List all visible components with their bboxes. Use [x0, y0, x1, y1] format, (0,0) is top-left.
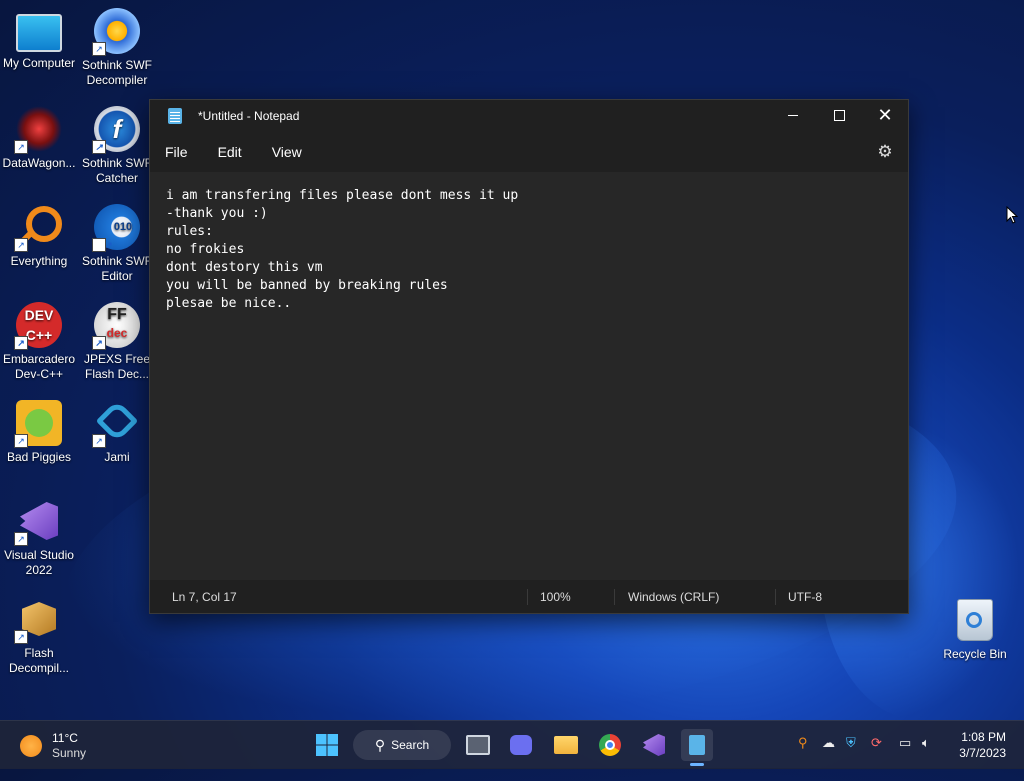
desktop-icon-visual-studio[interactable]: ↗ Visual Studio 2022 — [0, 492, 78, 578]
menu-file[interactable]: File — [150, 144, 203, 160]
desktop-icon-devcpp[interactable]: DEV C++ ↗ Embarcadero Dev-C++ — [0, 296, 78, 382]
desktop-icon-label: Jami — [104, 450, 130, 464]
visual-studio-taskbar-icon — [643, 734, 665, 756]
minimize-button[interactable] — [770, 100, 816, 130]
chrome-button[interactable] — [594, 729, 626, 761]
devcpp-icon: DEV C++ ↗ — [14, 302, 62, 350]
zoom-level: 100% — [540, 590, 571, 604]
status-divider — [527, 589, 528, 605]
desktop-icon-my-computer[interactable]: My Computer — [0, 4, 78, 71]
maximize-button[interactable] — [816, 100, 862, 130]
search-label: Search — [391, 738, 430, 752]
menu-edit[interactable]: Edit — [203, 144, 257, 160]
chat-button[interactable] — [505, 729, 537, 761]
magnifier-icon: ↗ — [14, 204, 62, 252]
desktop-icon-jami[interactable]: ↗ Jami — [78, 394, 156, 465]
desktop-icon-label: Visual Studio 2022 — [4, 548, 74, 577]
desktop-icon-label: My Computer — [2, 56, 76, 70]
close-icon: ✕ — [877, 105, 893, 125]
chrome-icon — [599, 734, 621, 756]
taskbar-search[interactable]: ⚲ Search — [353, 730, 451, 760]
system-clock[interactable]: 1:08 PM 3/7/2023 — [959, 729, 1006, 761]
sun-icon — [20, 735, 42, 757]
window-title: *Untitled - Notepad — [198, 109, 300, 123]
text-editor[interactable]: i am transfering files please dont mess … — [150, 172, 908, 580]
desktop-icon-datawagon[interactable]: ↗ DataWagon... — [0, 100, 78, 171]
desktop-icon-everything[interactable]: ↗ Everything — [0, 198, 78, 269]
desktop-icon-label: Everything — [10, 254, 68, 268]
sothink-editor-icon: 010 ↗ — [92, 204, 140, 252]
title-bar[interactable]: *Untitled - Notepad ✕ — [150, 100, 908, 132]
onedrive-tray-icon[interactable]: ☁ — [822, 735, 835, 751]
close-button[interactable]: ✕ — [862, 100, 908, 130]
search-icon: ⚲ — [374, 736, 386, 753]
status-divider — [775, 589, 776, 605]
cursor-position: Ln 7, Col 17 — [172, 590, 237, 604]
weather-condition: Sunny — [52, 746, 87, 760]
desktop-icon-label: Bad Piggies — [6, 450, 72, 464]
desktop-icon-label: DataWagon... — [2, 156, 76, 170]
security-tray-icon[interactable]: ⛨ — [846, 735, 856, 751]
jpexs-icon: FF dec ↗ — [92, 302, 140, 350]
task-view-icon — [466, 735, 490, 755]
notepad-taskbar-button[interactable] — [681, 729, 713, 761]
desktop-icon-label: Embarcadero Dev-C++ — [2, 352, 76, 381]
desktop-icon-jpexs[interactable]: FF dec ↗ JPEXS Free Flash Dec... — [78, 296, 156, 382]
weather-temp: 11°C — [52, 731, 78, 745]
file-explorer-button[interactable] — [550, 729, 582, 761]
status-bar: Ln 7, Col 17 100% Windows (CRLF) UTF-8 — [150, 581, 908, 613]
maximize-icon — [833, 109, 845, 121]
start-button[interactable] — [311, 729, 343, 761]
status-divider — [614, 589, 615, 605]
settings-gear-icon[interactable]: ⚙ — [876, 143, 894, 161]
monitor-icon — [16, 14, 62, 52]
network-tray-icon[interactable]: ▭ — [899, 735, 911, 751]
line-ending: Windows (CRLF) — [628, 590, 720, 604]
desktop-icon-sothink-catcher[interactable]: f ↗ Sothink SWF Catcher — [78, 100, 156, 186]
desktop-icon-bad-piggies[interactable]: ↗ Bad Piggies — [0, 394, 78, 465]
volume-tray-icon[interactable]: 🔈︎ — [922, 735, 930, 751]
sothink-decompiler-icon: ↗ — [92, 8, 140, 56]
notepad-window[interactable]: *Untitled - Notepad ✕ File Edit View ⚙ i… — [149, 99, 909, 614]
minimize-icon — [788, 114, 798, 116]
clock-time: 1:08 PM — [961, 730, 1006, 744]
flash-decompiler-icon: ↗ — [14, 596, 62, 644]
mouse-cursor-icon — [1006, 206, 1018, 224]
desktop-icon-flash-decompiler[interactable]: ↗ Flash Decompil... — [0, 590, 78, 676]
sothink-catcher-icon: f ↗ — [92, 106, 140, 154]
desktop-icon-recycle-bin[interactable]: Recycle Bin — [940, 595, 1010, 661]
visual-studio-button[interactable] — [638, 729, 670, 761]
desktop-icon-sothink-editor[interactable]: 010 ↗ Sothink SWF Editor — [78, 198, 156, 284]
active-app-indicator — [690, 763, 704, 766]
desktop-icon-label: JPEXS Free Flash Dec... — [83, 352, 151, 381]
encoding: UTF-8 — [788, 590, 822, 604]
taskbar: 11°C Sunny ⚲ Search ⚲ ☁ ⛨ ⟳ ▭ 🔈︎ 1:08 PM… — [0, 720, 1024, 769]
desktop-icon-sothink-decompiler[interactable]: ↗ Sothink SWF Decompiler — [78, 2, 156, 88]
notepad-icon — [168, 108, 182, 124]
sync-tray-icon[interactable]: ⟳ — [871, 735, 882, 751]
folder-icon — [554, 736, 578, 754]
desktop-icon-label: Sothink SWF Decompiler — [81, 58, 153, 87]
datawagon-icon: ↗ — [14, 106, 62, 154]
desktop-icon-label: Flash Decompil... — [8, 646, 70, 675]
chat-icon — [510, 735, 532, 755]
menu-bar: File Edit View ⚙ — [150, 132, 908, 172]
everything-tray-icon[interactable]: ⚲ — [798, 735, 808, 751]
desktop-icon-label: Recycle Bin — [943, 647, 1007, 661]
windows-logo-icon — [316, 734, 338, 756]
notepad-taskbar-icon — [689, 735, 705, 755]
jami-icon: ↗ — [92, 399, 140, 448]
visual-studio-icon: ↗ — [14, 498, 62, 546]
desktop-icon-label: Sothink SWF Editor — [81, 254, 153, 283]
weather-widget[interactable]: 11°C Sunny — [20, 731, 86, 761]
clock-date: 3/7/2023 — [959, 746, 1006, 760]
desktop-icon-label: Sothink SWF Catcher — [81, 156, 153, 185]
menu-view[interactable]: View — [257, 144, 317, 160]
bad-piggies-icon: ↗ — [14, 400, 62, 448]
task-view-button[interactable] — [462, 729, 494, 761]
recycle-bin-icon — [957, 599, 993, 641]
